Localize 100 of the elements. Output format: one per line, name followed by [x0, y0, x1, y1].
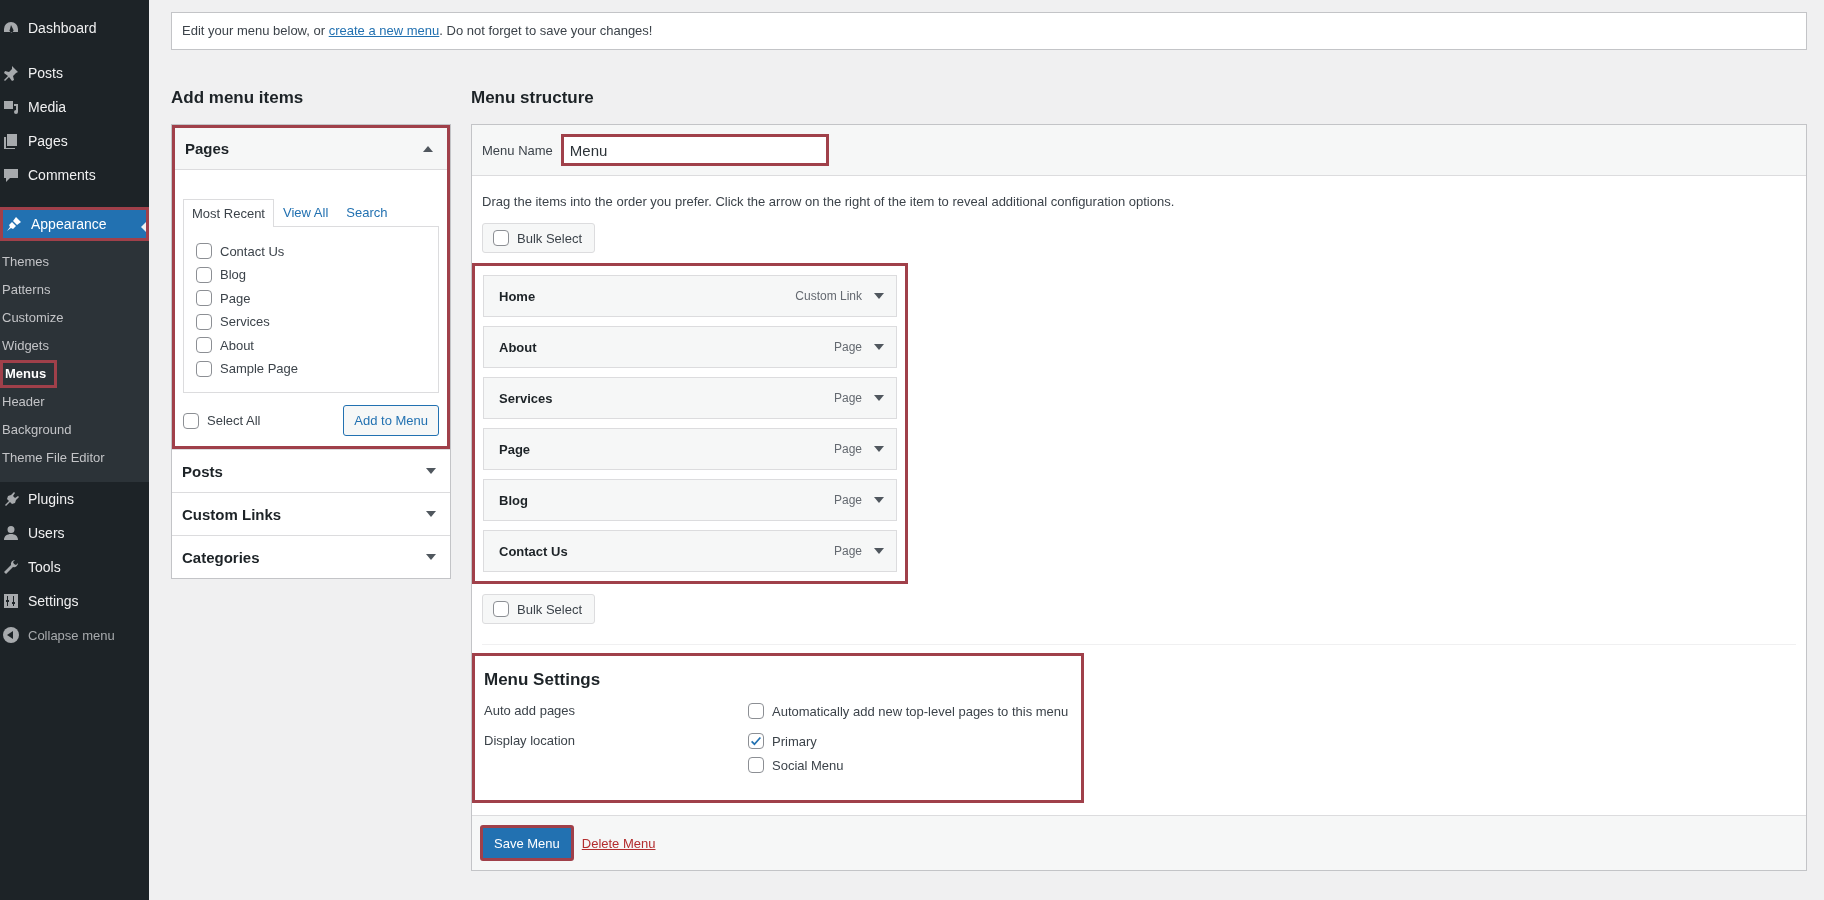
- collapse-caret-icon[interactable]: [423, 145, 433, 152]
- checkbox[interactable]: [196, 313, 212, 330]
- menu-item-row[interactable]: Blog Page: [483, 479, 897, 521]
- speech-bubble-icon: [2, 166, 20, 184]
- sidebar-menu-item[interactable]: Dashboard: [0, 11, 149, 45]
- accordion-title: Custom Links: [182, 505, 282, 523]
- submenu-item[interactable]: Patterns: [0, 276, 59, 304]
- bulk-select-button[interactable]: Bulk Select: [482, 594, 596, 624]
- menu-item-row[interactable]: Contact Us Page: [483, 530, 897, 572]
- tab[interactable]: Search: [337, 198, 397, 226]
- submenu-item[interactable]: Themes: [0, 248, 57, 276]
- expand-caret-icon[interactable]: [874, 292, 884, 300]
- menu-item-title: Services: [499, 390, 554, 406]
- setting-label: Display location: [484, 732, 577, 750]
- checkbox-label: Services: [220, 314, 270, 330]
- field-label: Menu Name: [482, 142, 553, 158]
- section-heading: Add menu items: [171, 88, 305, 108]
- pages-icon: [2, 132, 20, 150]
- expand-caret-icon[interactable]: [426, 510, 436, 518]
- submenu-item[interactable]: Background: [0, 416, 80, 444]
- expand-caret-icon[interactable]: [874, 547, 884, 555]
- menu-item-title: Blog: [499, 492, 529, 508]
- expand-caret-icon[interactable]: [426, 467, 436, 475]
- expand-caret-icon[interactable]: [874, 394, 884, 402]
- checkbox-label: Primary: [772, 733, 817, 749]
- sidebar-menu-item[interactable]: Users: [0, 516, 149, 550]
- sidebar-menu-item[interactable]: Tools: [0, 550, 149, 584]
- accordion-header[interactable]: Posts: [172, 450, 450, 492]
- sidebar-menu-item[interactable]: Comments: [0, 158, 149, 192]
- checkbox-label: About: [220, 337, 254, 353]
- checkbox-label: Select All: [207, 413, 261, 428]
- menu-item-title: Page: [499, 441, 532, 457]
- person-icon: [2, 524, 20, 542]
- checkbox-label: Page: [220, 290, 251, 306]
- checkbox[interactable]: [196, 360, 212, 377]
- settings-heading: Menu Settings: [484, 670, 602, 690]
- checkbox[interactable]: [748, 703, 764, 719]
- sliders-icon: [2, 592, 20, 610]
- checkbox-label: Social Menu: [772, 757, 844, 773]
- submenu-item[interactable]: Widgets: [0, 332, 57, 360]
- media-icon: [2, 98, 20, 116]
- accordion-title: Posts: [182, 462, 223, 480]
- bulk-select-button[interactable]: Bulk Select: [482, 223, 596, 253]
- expand-caret-icon[interactable]: [874, 343, 884, 351]
- accordion-title: Categories: [182, 548, 260, 566]
- checkbox[interactable]: [493, 601, 509, 617]
- menu-name-field[interactable]: Menu: [560, 134, 829, 166]
- wrench-icon: [2, 558, 20, 576]
- menu-item-row[interactable]: Services Page: [483, 377, 897, 419]
- menu-item-title: Contact Us: [499, 543, 569, 559]
- checkbox[interactable]: [196, 243, 212, 260]
- checkbox-label: Blog: [220, 267, 247, 283]
- instructions-text: Drag the items into the order you prefer. Click the arrow on the right of the item to reveal additional configuration options.: [482, 194, 1176, 209]
- sidebar-menu-item[interactable]: Posts: [0, 56, 149, 90]
- checkbox[interactable]: [748, 733, 764, 749]
- submenu-item[interactable]: Customize: [0, 304, 72, 332]
- expand-caret-icon[interactable]: [874, 496, 884, 504]
- save-menu-button[interactable]: Save Menu: [480, 825, 574, 861]
- expand-caret-icon[interactable]: [874, 445, 884, 453]
- menu-item-type: Page: [833, 544, 862, 558]
- menu-item-title: About: [499, 339, 538, 355]
- checkbox-label: Sample Page: [220, 361, 299, 377]
- sidebar-menu-item[interactable]: Appearance: [0, 207, 149, 241]
- delete-menu-link[interactable]: Delete Menu: [581, 835, 656, 851]
- checkbox[interactable]: [493, 230, 509, 246]
- notice-text: Edit your menu below, or create a new menu. Do not forget to save your changes!: [171, 12, 1807, 50]
- menu-item-row[interactable]: About Page: [483, 326, 897, 368]
- menu-item-type: Page: [833, 340, 862, 354]
- sidebar-menu-item[interactable]: Settings: [0, 584, 149, 618]
- checkbox[interactable]: [196, 337, 212, 354]
- tab[interactable]: Most Recent: [183, 199, 274, 227]
- checkbox[interactable]: [196, 290, 212, 307]
- accordion-header[interactable]: Categories: [172, 536, 450, 578]
- paintbrush-icon: [5, 215, 23, 233]
- expand-caret-icon[interactable]: [426, 553, 436, 561]
- checkbox[interactable]: [748, 757, 764, 773]
- sidebar-menu-item[interactable]: Media: [0, 90, 149, 124]
- submenu-item[interactable]: Theme File Editor: [0, 444, 113, 472]
- menu-item-row[interactable]: Home Custom Link: [483, 275, 897, 317]
- pushpin-icon: [2, 64, 20, 82]
- menu-item-type: Page: [833, 442, 862, 456]
- menu-item-type: Page: [833, 391, 862, 405]
- accordion-header[interactable]: Custom Links: [172, 493, 450, 535]
- checkbox[interactable]: [183, 412, 199, 429]
- menu-item-type: Page: [833, 493, 862, 507]
- sidebar-menu-item[interactable]: Pages: [0, 124, 149, 158]
- collapse-menu-button[interactable]: Collapse menu: [0, 618, 149, 652]
- tab[interactable]: View All: [274, 198, 338, 226]
- submenu-item[interactable]: Header: [0, 388, 53, 416]
- checkbox-label: Contact Us: [220, 243, 285, 259]
- submenu-item[interactable]: Menus: [0, 360, 58, 388]
- accordion-title: Pages: [185, 140, 230, 157]
- section-heading: Menu structure: [471, 88, 595, 108]
- accordion-header[interactable]: Pages: [175, 128, 447, 170]
- menu-item-row[interactable]: Page Page: [483, 428, 897, 470]
- checkbox[interactable]: [196, 266, 212, 283]
- checkbox-label: Automatically add new top-level pages to this menu: [772, 703, 1069, 719]
- sidebar-menu-item[interactable]: Plugins: [0, 482, 149, 516]
- menu-item-title: Home: [499, 288, 537, 304]
- add-to-menu-button[interactable]: Add to Menu: [343, 405, 439, 436]
